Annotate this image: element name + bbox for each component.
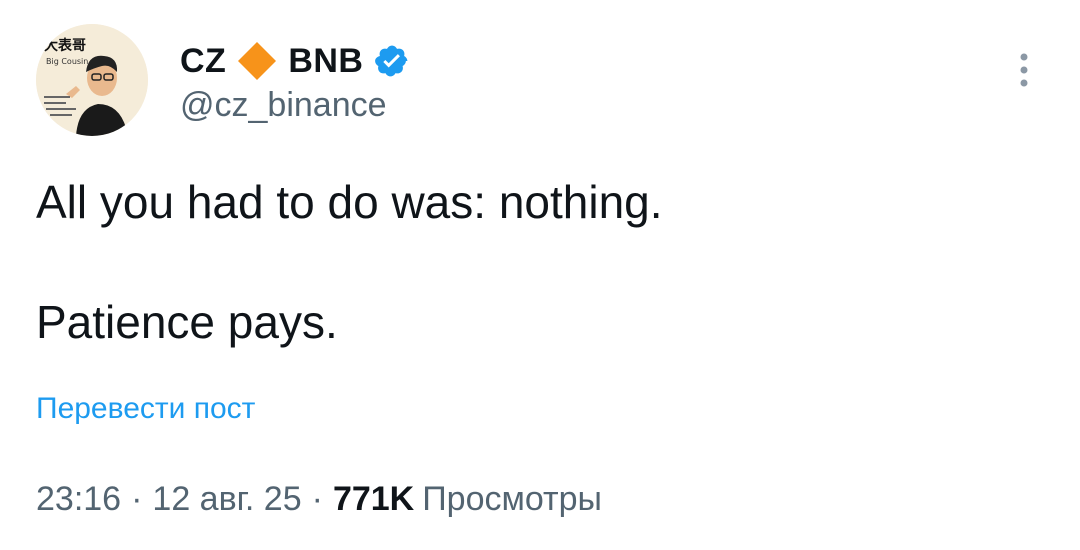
orange-diamond-icon — [238, 42, 277, 80]
tweet-time[interactable]: 23:16 — [36, 480, 121, 519]
verified-badge-icon — [374, 45, 407, 77]
svg-text:大表哥: 大表哥 — [44, 37, 86, 54]
svg-text:Big Cousin: Big Cousin — [46, 57, 88, 66]
tweet-date[interactable]: 12 авг. 25 — [152, 480, 301, 519]
more-vertical-icon — [1020, 53, 1028, 87]
author-name-row[interactable]: CZ BNB — [180, 38, 410, 84]
more-options-button[interactable] — [1008, 50, 1040, 90]
views-count[interactable]: 771K — [333, 480, 414, 519]
meta-separator: · — [311, 480, 323, 518]
avatar[interactable]: 大表哥 Big Cousin — [36, 24, 148, 136]
author-display-name[interactable]: CZ BNB — [180, 38, 364, 84]
tweet-text-line: Patience pays. — [36, 296, 338, 348]
avatar-cartoon-icon: 大表哥 Big Cousin — [36, 24, 148, 136]
tweet-text: All you had to do was: nothing. Patience… — [36, 172, 1036, 352]
views-label: Просмотры — [422, 480, 602, 518]
author-name-part-1: CZ — [180, 41, 227, 80]
author-handle[interactable]: @cz_binance — [180, 86, 387, 125]
tweet-meta-row: 23:16 · 12 авг. 25 · 771K Просмотры — [36, 480, 602, 519]
tweet-text-line: All you had to do was: nothing. — [36, 176, 663, 228]
tweet-card: 大表哥 Big Cousin CZ BNB @cz_binance All yo… — [0, 0, 1080, 550]
meta-separator: · — [131, 480, 143, 518]
author-name-part-2: BNB — [288, 41, 364, 80]
translate-post-link[interactable]: Перевести пост — [36, 392, 255, 426]
